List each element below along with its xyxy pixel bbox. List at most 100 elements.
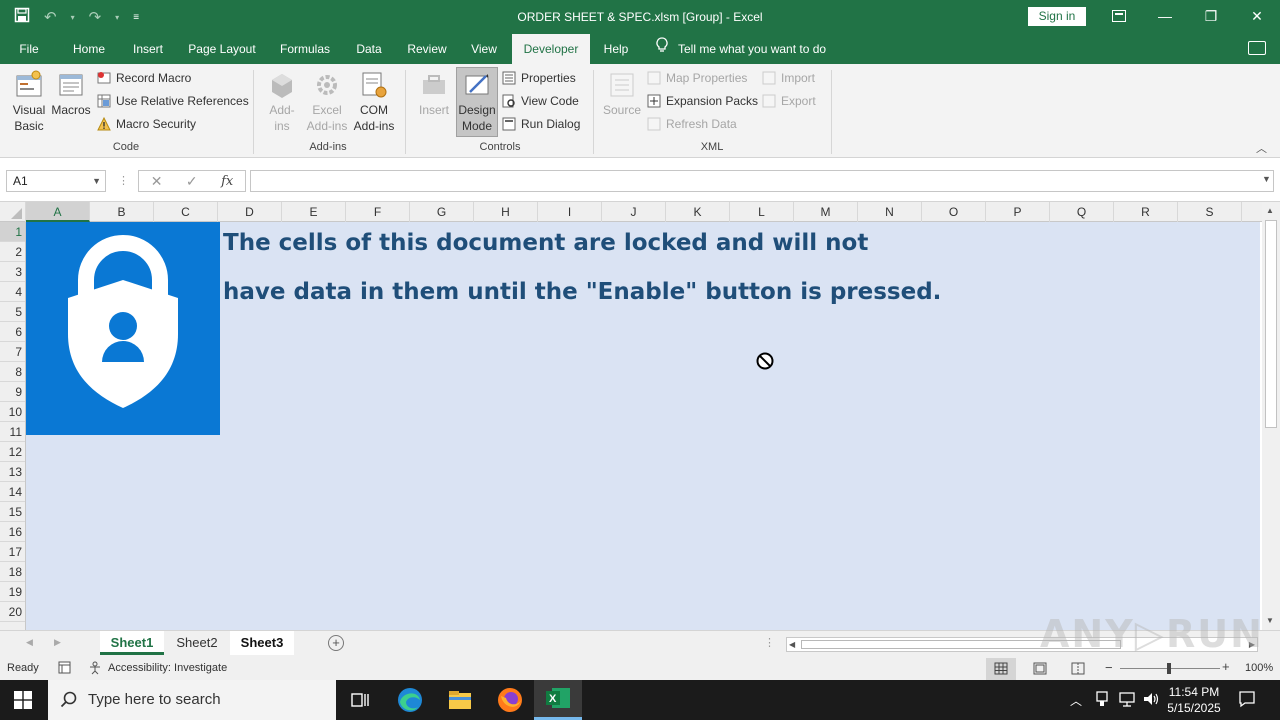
page-break-view-button[interactable] bbox=[1064, 658, 1092, 680]
redo-icon[interactable]: ↷ bbox=[89, 8, 102, 28]
column-header[interactable]: G bbox=[410, 202, 474, 222]
macro-security-button[interactable]: Macro Security bbox=[97, 114, 196, 134]
column-header[interactable]: D bbox=[218, 202, 282, 222]
column-header[interactable]: C bbox=[154, 202, 218, 222]
undo-icon[interactable]: ↶ bbox=[44, 8, 57, 28]
com-add-ins-button[interactable]: COM Add-ins bbox=[352, 68, 396, 134]
tab-review[interactable]: Review bbox=[400, 34, 454, 64]
sheet-tab-sheet2[interactable]: Sheet2 bbox=[166, 631, 228, 655]
row-header[interactable]: 17 bbox=[0, 542, 25, 562]
collapse-ribbon-icon[interactable]: ︿ bbox=[1256, 140, 1267, 156]
row-header[interactable]: 10 bbox=[0, 402, 25, 422]
next-sheet-icon[interactable]: ▶ bbox=[54, 637, 61, 648]
undo-dropdown-icon[interactable]: ▾ bbox=[71, 8, 75, 28]
row-header[interactable]: 14 bbox=[0, 482, 25, 502]
volume-icon[interactable] bbox=[1142, 690, 1160, 720]
row-header[interactable]: 12 bbox=[0, 442, 25, 462]
row-header[interactable]: 3 bbox=[0, 262, 25, 282]
column-header[interactable]: J bbox=[602, 202, 666, 222]
minimize-icon[interactable]: — bbox=[1150, 6, 1180, 26]
row-header[interactable]: 13 bbox=[0, 462, 25, 482]
visual-basic-button[interactable]: Visual Basic bbox=[8, 68, 50, 134]
usb-device-icon[interactable] bbox=[1094, 690, 1110, 720]
edge-browser-icon[interactable] bbox=[396, 686, 424, 714]
task-view-icon[interactable] bbox=[346, 686, 374, 714]
accessibility-icon[interactable] bbox=[88, 661, 103, 678]
row-header[interactable]: 8 bbox=[0, 362, 25, 382]
sheet-tab-sheet1[interactable]: Sheet1 bbox=[100, 631, 164, 655]
excel-taskbar-button[interactable]: X bbox=[534, 680, 582, 720]
column-header[interactable]: H bbox=[474, 202, 538, 222]
record-macro-button[interactable]: Record Macro bbox=[97, 68, 191, 88]
select-all-corner[interactable] bbox=[0, 202, 26, 222]
clock[interactable]: 11:54 PM 5/15/2025 bbox=[1166, 684, 1222, 720]
tab-file[interactable]: File bbox=[10, 34, 48, 64]
customize-qat-icon[interactable]: ≡ bbox=[133, 8, 139, 28]
firefox-icon[interactable] bbox=[496, 686, 524, 714]
row-header[interactable]: 7 bbox=[0, 342, 25, 362]
use-relative-references-button[interactable]: Use Relative References bbox=[97, 91, 249, 111]
row-header[interactable]: 19 bbox=[0, 582, 25, 602]
row-header[interactable]: 20 bbox=[0, 602, 25, 622]
export-button[interactable]: Export bbox=[762, 91, 816, 111]
macros-button[interactable]: Macros bbox=[50, 68, 92, 118]
tab-home[interactable]: Home bbox=[64, 34, 114, 64]
file-explorer-icon[interactable] bbox=[446, 686, 474, 714]
tab-insert[interactable]: Insert bbox=[124, 34, 172, 64]
row-header[interactable]: 5 bbox=[0, 302, 25, 322]
column-header[interactable]: E bbox=[282, 202, 346, 222]
row-header[interactable]: 1 bbox=[0, 222, 25, 242]
source-button[interactable]: Source bbox=[602, 68, 642, 118]
import-button[interactable]: Import bbox=[762, 68, 815, 88]
row-header[interactable]: 11 bbox=[0, 422, 25, 442]
restore-icon[interactable]: ❐ bbox=[1196, 6, 1226, 26]
design-mode-button[interactable]: Design Mode bbox=[456, 67, 498, 137]
add-ins-button[interactable]: Add-ins bbox=[262, 68, 302, 134]
tab-help[interactable]: Help bbox=[596, 34, 636, 64]
windows-start-icon[interactable] bbox=[14, 691, 32, 712]
run-dialog-button[interactable]: Run Dialog bbox=[502, 114, 580, 134]
map-properties-button[interactable]: Map Properties bbox=[647, 68, 747, 88]
scroll-up-icon[interactable]: ▲ bbox=[1266, 206, 1274, 215]
close-icon[interactable]: ✕ bbox=[1242, 6, 1272, 26]
insert-function-icon[interactable]: fx bbox=[221, 174, 233, 189]
lock-image[interactable] bbox=[26, 222, 220, 435]
vertical-scrollbar[interactable]: ▲ ▼ bbox=[1262, 202, 1280, 630]
redo-dropdown-icon[interactable]: ▾ bbox=[115, 8, 119, 28]
view-code-button[interactable]: View Code bbox=[502, 91, 579, 111]
formula-bar-resize-handle[interactable]: ⋮ bbox=[118, 174, 129, 187]
page-layout-view-button[interactable] bbox=[1026, 658, 1054, 680]
column-header[interactable]: Q bbox=[1050, 202, 1114, 222]
save-icon[interactable] bbox=[14, 7, 30, 29]
tell-me-search[interactable]: Tell me what you want to do bbox=[656, 34, 826, 64]
sheet-tab-sheet3[interactable]: Sheet3 bbox=[230, 631, 294, 655]
refresh-data-button[interactable]: Refresh Data bbox=[647, 114, 737, 134]
column-header[interactable]: A bbox=[26, 202, 90, 222]
chevron-down-icon[interactable]: ▼ bbox=[92, 171, 101, 191]
row-header[interactable]: 2 bbox=[0, 242, 25, 262]
column-header[interactable]: O bbox=[922, 202, 986, 222]
show-hidden-icons[interactable]: ︿ bbox=[1070, 692, 1082, 720]
tab-data[interactable]: Data bbox=[346, 34, 392, 64]
tab-page-layout[interactable]: Page Layout bbox=[180, 34, 264, 64]
comments-icon[interactable] bbox=[1248, 41, 1266, 55]
zoom-out-icon[interactable]: − bbox=[1105, 660, 1113, 675]
zoom-in-icon[interactable]: + bbox=[1222, 659, 1230, 674]
network-icon[interactable] bbox=[1118, 690, 1136, 720]
ribbon-display-options-icon[interactable] bbox=[1104, 6, 1134, 26]
expand-formula-bar-icon[interactable]: ▼ bbox=[1262, 174, 1271, 184]
sign-in-button[interactable]: Sign in bbox=[1028, 7, 1086, 26]
expansion-packs-button[interactable]: Expansion Packs bbox=[647, 91, 758, 111]
row-header[interactable]: 6 bbox=[0, 322, 25, 342]
cancel-icon[interactable]: ✕ bbox=[151, 173, 163, 190]
column-header[interactable]: P bbox=[986, 202, 1050, 222]
column-header[interactable]: I bbox=[538, 202, 602, 222]
zoom-level[interactable]: 100% bbox=[1245, 662, 1273, 674]
column-header[interactable]: S bbox=[1178, 202, 1242, 222]
vertical-scroll-thumb[interactable] bbox=[1265, 220, 1277, 428]
normal-view-button[interactable] bbox=[986, 658, 1016, 680]
prev-sheet-icon[interactable]: ◀ bbox=[26, 637, 33, 648]
row-header[interactable]: 16 bbox=[0, 522, 25, 542]
scroll-down-icon[interactable]: ▼ bbox=[1266, 616, 1274, 625]
taskbar-search-box[interactable]: Type here to search bbox=[48, 680, 336, 720]
